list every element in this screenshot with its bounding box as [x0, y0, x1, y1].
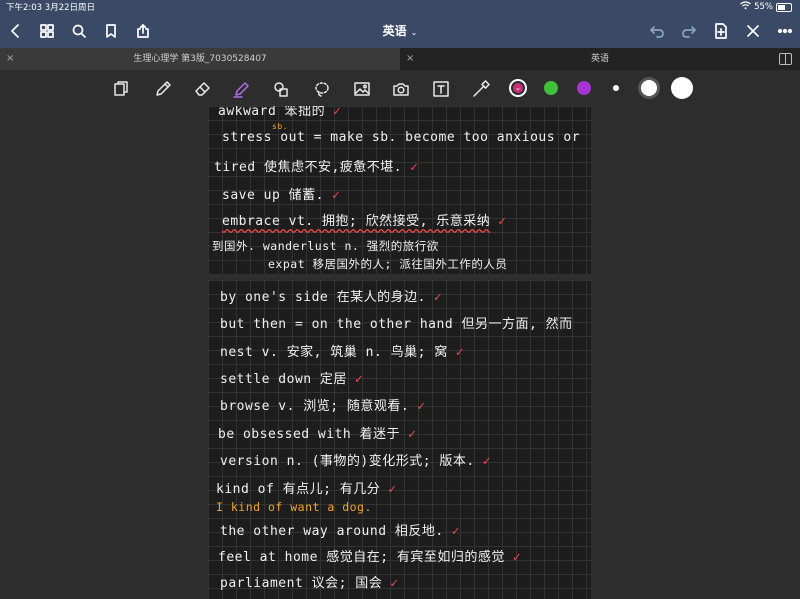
note-line: kind of 有点儿; 有几分 ✓	[216, 482, 397, 497]
check-mark-icon: ✓	[482, 454, 492, 469]
color-swatch-purple[interactable]	[577, 81, 591, 95]
note-line: 到国外. wanderlust n. 强烈的旅行欲	[212, 239, 439, 253]
drawing-toolbar: ✱ ⌄	[0, 70, 800, 156]
chevron-down-icon: ⌄	[410, 28, 418, 37]
add-page-icon[interactable]	[710, 20, 732, 42]
check-mark-icon: ✓	[433, 290, 443, 305]
text-tool-icon[interactable]	[430, 78, 452, 100]
status-bar: 下午2:03 3月22日周日 55%	[0, 0, 800, 14]
status-right: 55%	[740, 1, 792, 13]
battery-icon	[776, 2, 792, 12]
status-date: 3月22日周日	[44, 3, 96, 13]
split-view-icon[interactable]	[779, 53, 792, 65]
note-line: save up 储蓄. ✓	[222, 188, 341, 203]
color-swatch-selected[interactable]: ⌄	[509, 79, 527, 97]
check-mark-icon: ✓	[417, 399, 426, 414]
note-example-sentence: I kind of want a dog.	[216, 500, 372, 514]
battery-percent: 55%	[754, 2, 773, 12]
image-tool-icon[interactable]	[351, 78, 373, 100]
note-line: nest v. 安家, 筑巢 n. 鸟巢; 窝 ✓	[220, 345, 465, 360]
stroke-size-large[interactable]	[671, 77, 693, 99]
more-options-icon[interactable]	[774, 20, 796, 42]
check-mark-icon: ✓	[410, 160, 419, 175]
check-mark-icon: ✓	[455, 345, 465, 360]
status-time-date: 下午2:03 3月22日周日	[6, 1, 95, 13]
color-swatch-green[interactable]	[544, 81, 558, 95]
highlighter-tool-icon[interactable]	[230, 78, 252, 100]
check-mark-icon: ✓	[354, 372, 364, 387]
note-line: tired 使焦虑不安,疲惫不堪. ✓	[214, 160, 419, 175]
document-tabs: × 生理心理学 第3版_7030528407 × 英语	[0, 48, 800, 70]
nav-bar: 英语 ⌄	[0, 14, 800, 48]
note-line: browse v. 浏览; 随意观看. ✓	[220, 399, 426, 414]
status-time: 下午2:03	[6, 3, 43, 13]
note-line: embrace vt. 拥抱; 欣然接受, 乐意采纳 ✓	[222, 214, 507, 229]
note-line: by one's side 在某人的身边. ✓	[220, 290, 443, 305]
check-mark-icon: ✓	[388, 482, 397, 497]
note-page-1[interactable]: awkward 笨拙的 ✓ sb. stress out = make sb. b…	[208, 106, 591, 274]
chevron-down-icon: ⌄	[515, 84, 521, 92]
check-mark-icon: ✓	[333, 106, 342, 119]
shapes-tool-icon[interactable]	[270, 78, 292, 100]
wifi-icon	[740, 1, 751, 13]
note-line: be obsessed with 着迷于 ✓	[218, 427, 417, 442]
tab-label: 生理心理学 第3版_7030528407	[133, 54, 267, 64]
note-line: stress out = make sb. become too anxious…	[222, 130, 581, 145]
note-line: parliament 议会; 国会 ✓	[220, 576, 399, 591]
close-icon[interactable]	[742, 20, 764, 42]
check-mark-icon: ✓	[408, 427, 417, 442]
note-line: the other way around 相反地. ✓	[220, 524, 461, 539]
note-line: settle down 定居 ✓	[220, 372, 364, 387]
eraser-tool-icon[interactable]	[192, 78, 214, 100]
note-line: version n. (事物的)变化形式; 版本. ✓	[220, 454, 492, 469]
check-mark-icon: ✓	[451, 524, 461, 539]
note-line: but then = on the other hand 但另一方面, 然而	[220, 317, 573, 332]
check-mark-icon: ✓	[390, 576, 399, 591]
check-mark-icon: ✓	[498, 214, 507, 229]
note-line: awkward 笨拙的 ✓	[218, 106, 342, 119]
tab-label: 英语	[590, 54, 609, 64]
stroke-size-small[interactable]	[613, 85, 619, 91]
document-title-text: 英语	[382, 24, 407, 38]
note-line: feel at home 感觉自在; 有宾至如归的感觉 ✓	[218, 550, 522, 565]
stroke-size-medium-selected[interactable]	[638, 77, 660, 99]
check-mark-icon: ✓	[331, 188, 341, 203]
lasso-tool-icon[interactable]	[311, 78, 333, 100]
pen-tool-icon[interactable]	[152, 78, 174, 100]
camera-tool-icon[interactable]	[390, 78, 412, 100]
page-layout-icon[interactable]	[110, 78, 132, 100]
check-mark-icon: ✓	[512, 550, 522, 565]
redo-icon[interactable]	[678, 20, 700, 42]
tab-english[interactable]: × 英语	[400, 48, 800, 70]
tab-physiological-psychology[interactable]: × 生理心理学 第3版_7030528407	[0, 48, 400, 70]
undo-icon[interactable]	[646, 20, 668, 42]
note-page-2[interactable]: by one's side 在某人的身边. ✓ but then = on the…	[208, 280, 591, 599]
note-line: expat 移居国外的人; 派往国外工作的人员	[268, 257, 508, 271]
laser-pointer-icon[interactable]	[470, 78, 492, 100]
